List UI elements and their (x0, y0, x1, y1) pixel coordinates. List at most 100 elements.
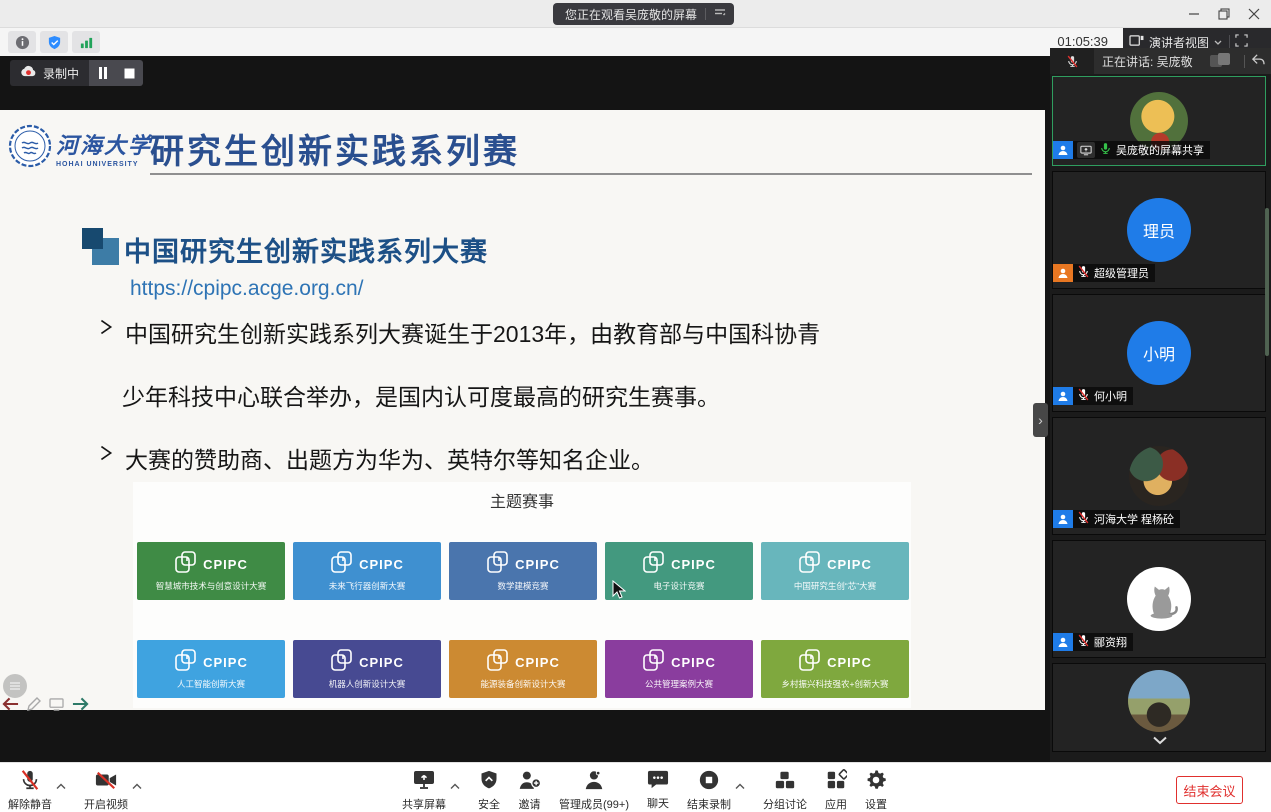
competition-card: CPIPC 未来飞行器创新大赛 (293, 542, 441, 600)
participants-sidebar: 正在讲话: 吴庞敬 吴庞敬的屏幕共享 理员 超级管理员 (1050, 48, 1271, 762)
collapse-panel-icon[interactable] (1251, 54, 1265, 69)
participant-label: 吴庞敬的屏幕共享 (1053, 141, 1210, 159)
sidebar-scrollbar[interactable] (1265, 208, 1269, 356)
pause-recording-button[interactable] (89, 60, 116, 86)
self-muted-mic-icon[interactable] (1050, 48, 1094, 74)
viewing-banner[interactable]: 您正在观看吴庞敬的屏幕 (553, 3, 734, 25)
initials-avatar: 小明 (1127, 321, 1191, 385)
toolbar-center-group: 共享屏幕安全邀请 管理成员(99+) 聊天 结束录制 分组讨论应用设置 (402, 769, 901, 812)
hohai-name-en: HOHAI UNIVERSITY (56, 161, 152, 168)
screen-share-mini-icon (1077, 142, 1095, 158)
bullet-2: 大赛的赞助商、出题方为华为、英特尔等知名企业。 (98, 441, 654, 475)
meeting-info-button[interactable] (8, 31, 36, 53)
card-name: 中国研究生创“芯”大赛 (794, 580, 876, 592)
start-video-label: 开启视频 (84, 796, 128, 812)
end-meeting-button[interactable]: 结束会议 (1176, 776, 1243, 804)
participant-role-icon (1053, 264, 1073, 282)
cpipc-logo-icon (330, 550, 354, 579)
unmute-label: 解除静音 (8, 796, 52, 812)
more-participants-chevron-icon[interactable] (1053, 732, 1267, 749)
restore-button[interactable] (1209, 0, 1239, 28)
competition-card: CPIPC 能源装备创新设计大赛 (449, 640, 597, 698)
viewing-banner-text: 您正在观看吴庞敬的屏幕 (565, 6, 697, 23)
cloud-recording-icon (20, 65, 37, 81)
toolbar-button-breakout[interactable]: 分组讨论 (763, 769, 807, 812)
video-options-chevron[interactable] (132, 777, 142, 795)
participant-label: 河海大学 程杨砼 (1053, 510, 1180, 528)
participant-tile[interactable]: 河海大学 程杨砼 (1052, 417, 1266, 535)
minimize-button[interactable] (1179, 0, 1209, 28)
mic-muted-icon (1077, 388, 1090, 404)
start-video-button[interactable]: 开启视频 (84, 769, 128, 812)
toolbar-button-chat[interactable]: 聊天 (647, 769, 669, 811)
settings-button[interactable]: 设置 (865, 769, 887, 812)
pen-icon[interactable] (27, 697, 41, 716)
card-brand: CPIPC (359, 557, 404, 572)
cpipc-logo-icon (798, 550, 822, 579)
mouse-cursor (612, 580, 626, 600)
participant-tile[interactable]: 理员 超级管理员 (1052, 171, 1266, 289)
slide-heading: 中国研究生创新实践系列大赛 (124, 230, 488, 269)
toolbar-options-chevron[interactable] (450, 777, 460, 795)
mic-options-chevron[interactable] (56, 777, 66, 795)
camera-off-icon (94, 769, 118, 794)
close-button[interactable] (1239, 0, 1269, 28)
window-titlebar: 您正在观看吴庞敬的屏幕 (0, 0, 1271, 28)
settings-icon (865, 769, 887, 794)
stop-record-icon (698, 769, 720, 794)
previous-slide-icon[interactable] (2, 697, 19, 716)
toolbar-options-chevron[interactable] (735, 777, 745, 795)
sidebar-collapse-tab[interactable]: › (1033, 403, 1048, 437)
toolbar-button-invite[interactable]: 邀请 (518, 769, 541, 812)
card-name: 公共管理案例大赛 (645, 678, 713, 690)
annotation-menu-icon[interactable] (3, 674, 27, 698)
stop-recording-button[interactable] (116, 60, 143, 86)
toolbar-button-label: 邀请 (519, 796, 541, 812)
mic-on-icon (1099, 142, 1112, 158)
participant-label: 超级管理员 (1053, 264, 1155, 282)
unmute-button[interactable]: 解除静音 (8, 769, 52, 812)
competition-card: CPIPC 中国研究生创“芯”大赛 (761, 542, 909, 600)
title-divider (150, 173, 1032, 175)
cpipc-logo-icon (798, 648, 822, 677)
heading-square-decoration (82, 228, 122, 268)
layout-switch-icon[interactable] (1208, 53, 1234, 69)
banner-divider (705, 8, 706, 20)
bullet-1-line-1: 中国研究生创新实践系列大赛诞生于2013年，由教育部与中国科协青 (98, 315, 820, 349)
cpipc-logo-icon (330, 648, 354, 677)
screen-icon[interactable] (49, 698, 64, 716)
participant-tile[interactable]: 小明 何小明 (1052, 294, 1266, 412)
card-name: 人工智能创新大赛 (177, 678, 245, 690)
toolbar-button-label: 聊天 (647, 795, 669, 811)
toolbar-button-share-screen[interactable]: 共享屏幕 (402, 769, 446, 812)
participant-role-icon (1053, 387, 1073, 405)
view-mode-caret-icon[interactable] (1214, 35, 1222, 49)
card-brand: CPIPC (203, 655, 248, 670)
cpipc-logo-icon (174, 550, 198, 579)
participant-tile[interactable] (1052, 663, 1266, 752)
meeting-timer: 01:05:39 (1057, 34, 1108, 49)
network-signal-button[interactable] (72, 31, 100, 53)
banner-menu-icon[interactable] (714, 7, 726, 22)
toolbar-button-label: 结束录制 (687, 796, 731, 812)
card-name: 电子设计竞赛 (653, 580, 704, 592)
next-slide-icon[interactable] (72, 697, 89, 716)
participant-name: 郦资翔 (1094, 634, 1127, 650)
toolbar-button-stop-record[interactable]: 结束录制 (687, 769, 731, 812)
participant-tile[interactable]: 郦资翔 (1052, 540, 1266, 658)
toolbar-button-security[interactable]: 安全 (478, 769, 500, 812)
toolbar-button-label: 管理成员(99+) (559, 796, 629, 812)
participant-tile[interactable]: 吴庞敬的屏幕共享 (1052, 76, 1266, 166)
competition-card: CPIPC 电子设计竞赛 (605, 542, 753, 600)
competition-card: CPIPC 公共管理案例大赛 (605, 640, 753, 698)
card-name: 数学建模竞赛 (497, 580, 548, 592)
photo-avatar (1128, 670, 1190, 732)
active-speaker-label: 正在讲话: 吴庞敬 (1102, 53, 1208, 70)
competition-card: CPIPC 智慧城市技术与创意设计大赛 (137, 542, 285, 600)
encryption-shield-button[interactable] (40, 31, 68, 53)
toolbar-button-apps[interactable]: 应用 (825, 769, 847, 812)
participant-name: 超级管理员 (1094, 265, 1149, 281)
shared-screen-slide: 河海大学 HOHAI UNIVERSITY 研究生创新实践系列赛 中国研究生创新… (0, 110, 1045, 710)
chat-icon (647, 769, 669, 793)
toolbar-button-participants[interactable]: 管理成员(99+) (559, 769, 629, 812)
